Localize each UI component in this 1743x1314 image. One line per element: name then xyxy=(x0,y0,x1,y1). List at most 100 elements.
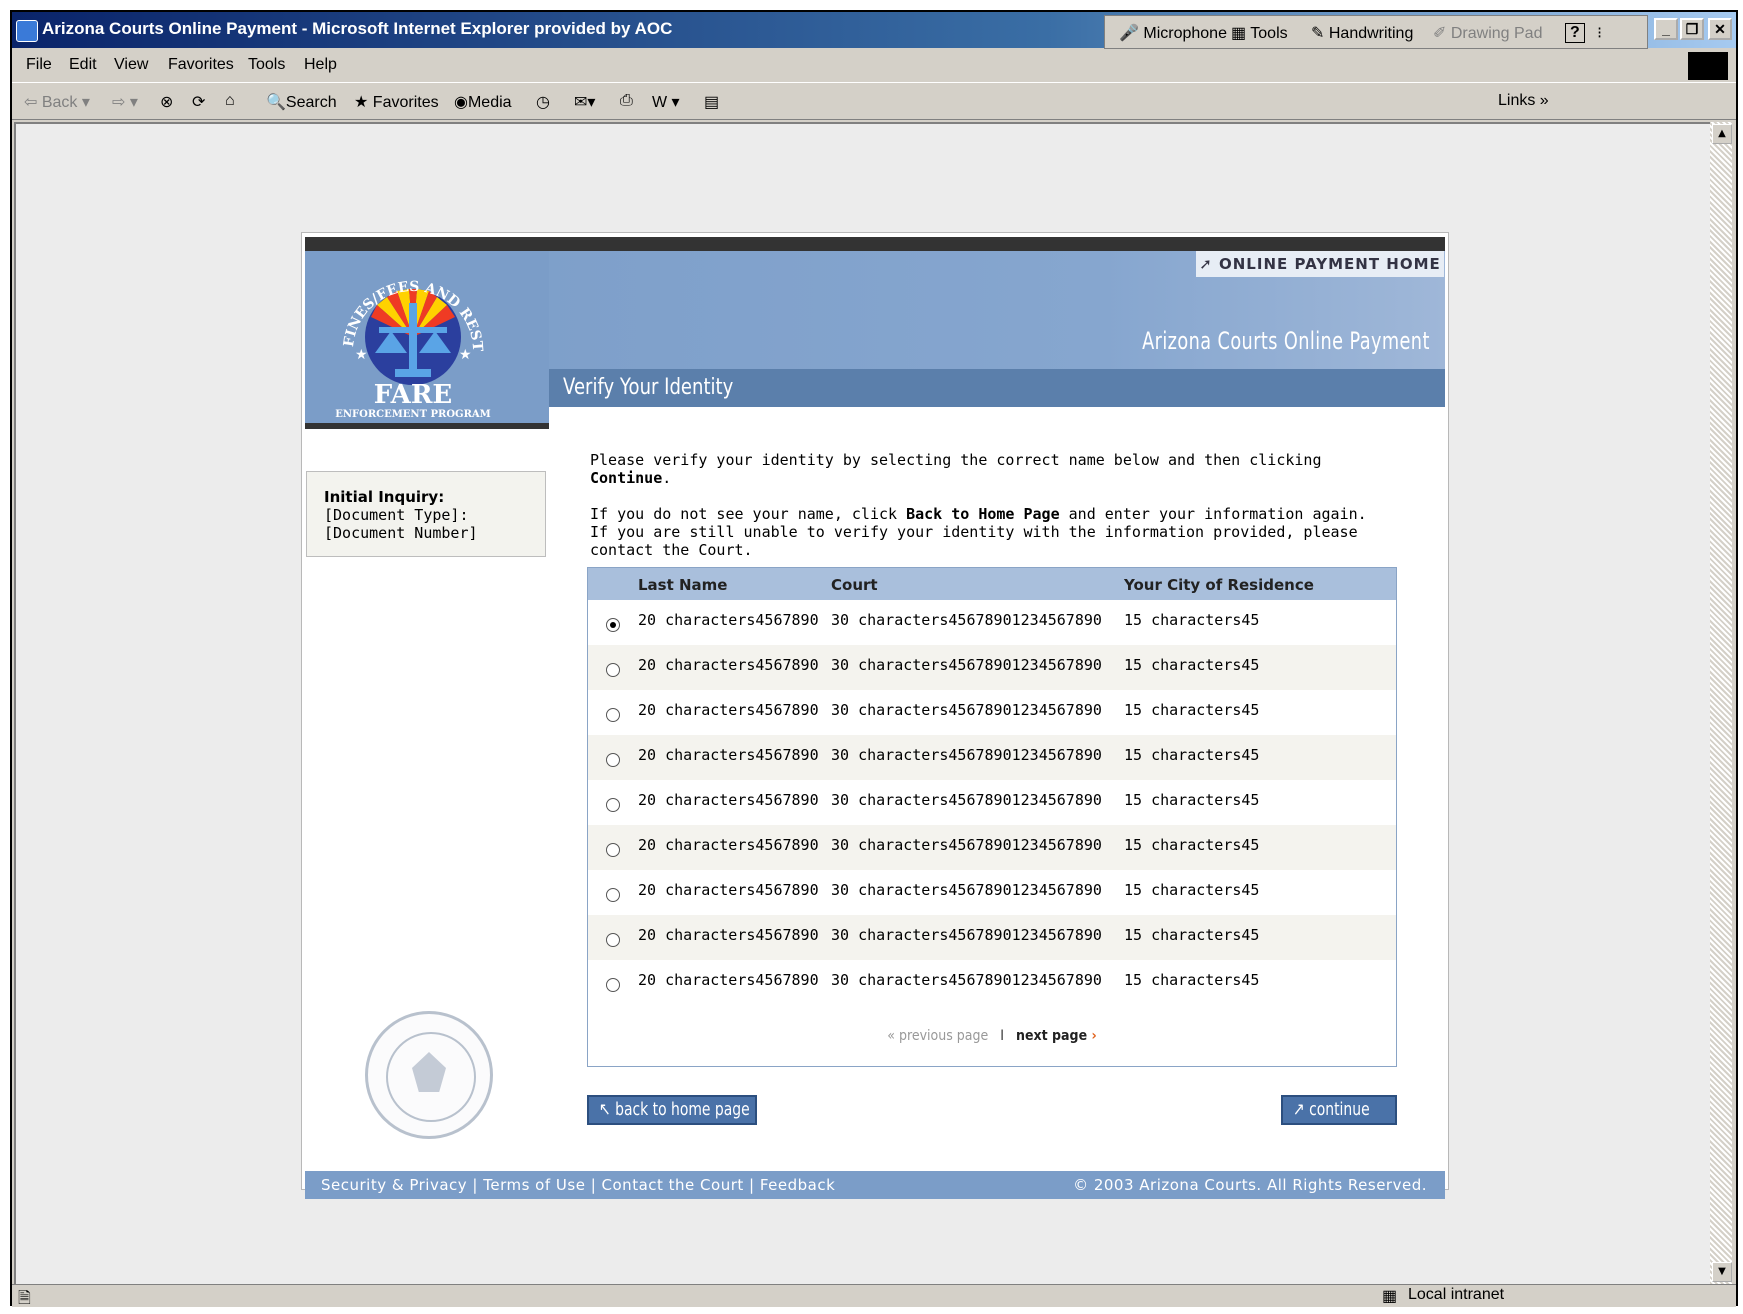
menu-file[interactable]: File xyxy=(26,56,52,74)
footer-link-terms[interactable]: Terms of Use xyxy=(483,1176,585,1194)
row-radio-button[interactable] xyxy=(606,618,620,632)
scroll-up-icon[interactable]: ▲ xyxy=(1712,124,1732,144)
discuss-icon[interactable]: ▤ xyxy=(704,92,719,112)
tools-button[interactable]: ▦ Tools xyxy=(1231,23,1288,43)
cell-court: 30 characters45678901234567890 xyxy=(831,881,1102,899)
links-button[interactable]: Links » xyxy=(1498,92,1549,110)
identity-table: Last Name Court Your City of Residence 2… xyxy=(587,567,1397,1067)
row-radio-button[interactable] xyxy=(606,843,620,857)
search-label: Search xyxy=(285,94,337,111)
previous-page-label: previous page xyxy=(898,1028,989,1044)
minimize-button[interactable]: _ xyxy=(1654,18,1678,40)
cell-city: 15 characters45 xyxy=(1124,791,1260,809)
cell-last-name: 20 characters4567890 xyxy=(638,701,819,719)
table-row[interactable]: 20 characters4567890 30 characters4567890… xyxy=(588,915,1396,960)
instructions: Please verify your identity by selecting… xyxy=(590,451,1380,577)
instruction-2-bold: Back to Home Page xyxy=(906,505,1060,523)
handwriting-button[interactable]: ✎ Handwriting xyxy=(1311,23,1413,43)
table-row[interactable]: 20 characters4567890 30 characters4567890… xyxy=(588,825,1396,870)
home-link-label: ONLINE PAYMENT HOME xyxy=(1219,255,1441,273)
instruction-2: If you do not see your name, click Back … xyxy=(590,505,1380,559)
cell-last-name: 20 characters4567890 xyxy=(638,881,819,899)
row-radio-button[interactable] xyxy=(606,753,620,767)
langbar-options-icon[interactable]: ⁝ xyxy=(1597,23,1602,43)
footer-link-contact[interactable]: Contact the Court xyxy=(602,1176,744,1194)
cell-court: 30 characters45678901234567890 xyxy=(831,611,1102,629)
refresh-icon[interactable]: ⟳ xyxy=(192,92,205,112)
edit-icon[interactable]: W ▾ xyxy=(652,92,680,112)
cell-city: 15 characters45 xyxy=(1124,971,1260,989)
row-radio-button[interactable] xyxy=(606,798,620,812)
menu-view[interactable]: View xyxy=(114,56,148,74)
table-row[interactable]: 20 characters4567890 30 characters4567890… xyxy=(588,600,1396,645)
online-payment-home-link[interactable]: ➚ ONLINE PAYMENT HOME xyxy=(1196,251,1444,277)
home-icon[interactable]: ⌂ xyxy=(225,92,235,110)
back-label: Back xyxy=(41,94,78,111)
section-header: Verify Your Identity xyxy=(549,369,1445,407)
table-row[interactable]: 20 characters4567890 30 characters4567890… xyxy=(588,960,1396,1005)
copyright: © 2003 Arizona Courts. All Rights Reserv… xyxy=(1073,1176,1427,1194)
favorites-label: Favorites xyxy=(372,94,439,111)
svg-text:★: ★ xyxy=(459,347,472,363)
menu-edit[interactable]: Edit xyxy=(69,56,97,74)
table-row[interactable]: 20 characters4567890 30 characters4567890… xyxy=(588,870,1396,915)
back-to-home-button[interactable]: ↖ back to home page xyxy=(587,1095,757,1125)
footer-link-feedback[interactable]: Feedback xyxy=(760,1176,835,1194)
help-button[interactable]: ? xyxy=(1565,23,1585,43)
cell-city: 15 characters45 xyxy=(1124,926,1260,944)
favorites-button[interactable]: ★ Favorites xyxy=(354,92,439,112)
row-radio-button[interactable] xyxy=(606,978,620,992)
ie-icon xyxy=(16,20,38,42)
media-label: Media xyxy=(467,94,512,111)
next-page-link[interactable]: next page › xyxy=(1016,1028,1097,1044)
vertical-scrollbar[interactable]: ▲ ▼ xyxy=(1710,122,1732,1284)
cell-last-name: 20 characters4567890 xyxy=(638,836,819,854)
back-button[interactable]: ⇦ Back ▾ xyxy=(24,92,90,112)
cell-last-name: 20 characters4567890 xyxy=(638,971,819,989)
row-radio-button[interactable] xyxy=(606,933,620,947)
supreme-court-seal-icon xyxy=(365,1011,493,1139)
previous-page-link[interactable]: « previous page xyxy=(887,1028,988,1044)
row-radio-button[interactable] xyxy=(606,663,620,677)
cell-court: 30 characters45678901234567890 xyxy=(831,701,1102,719)
menu-help[interactable]: Help xyxy=(304,56,337,74)
table-row[interactable]: 20 characters4567890 30 characters4567890… xyxy=(588,690,1396,735)
handwriting-label: Handwriting xyxy=(1328,25,1414,42)
initial-inquiry-panel: Initial Inquiry: [Document Type]: [Docum… xyxy=(306,471,546,557)
mail-icon[interactable]: ✉▾ xyxy=(574,92,595,112)
drawing-pad-button[interactable]: ✐ Drawing Pad xyxy=(1433,23,1542,43)
forward-button[interactable]: ⇨ ▾ xyxy=(112,92,138,112)
table-row[interactable]: 20 characters4567890 30 characters4567890… xyxy=(588,645,1396,690)
row-radio-button[interactable] xyxy=(606,888,620,902)
fare-logo-icon: FINES/FEES AND RESTITUTION ★ ★ FARE ENFO… xyxy=(299,239,491,420)
instruction-1-text: Please verify your identity by selecting… xyxy=(590,451,1322,469)
restore-button[interactable]: ❐ xyxy=(1680,18,1704,40)
window-title: Arizona Courts Online Payment - Microsof… xyxy=(42,19,673,38)
menu-tools[interactable]: Tools xyxy=(248,56,285,74)
cell-court: 30 characters45678901234567890 xyxy=(831,926,1102,944)
cell-city: 15 characters45 xyxy=(1124,701,1260,719)
footer-link-security[interactable]: Security & Privacy xyxy=(321,1176,467,1194)
continue-button[interactable]: ↗ continue xyxy=(1281,1095,1397,1125)
table-row[interactable]: 20 characters4567890 30 characters4567890… xyxy=(588,780,1396,825)
microphone-button[interactable]: 🎤 Microphone xyxy=(1119,23,1227,43)
menu-favorites[interactable]: Favorites xyxy=(168,56,234,74)
print-icon[interactable]: ⎙ xyxy=(620,92,633,110)
row-radio-button[interactable] xyxy=(606,708,620,722)
media-button[interactable]: ◉Media xyxy=(454,92,512,112)
status-bar: 🗎 ▦ Local intranet xyxy=(12,1284,1736,1307)
cell-last-name: 20 characters4567890 xyxy=(638,611,819,629)
stop-icon[interactable]: ⊗ xyxy=(160,92,173,112)
history-icon[interactable]: ◷ xyxy=(536,92,550,112)
cell-city: 15 characters45 xyxy=(1124,836,1260,854)
back-button-label: back to home page xyxy=(615,1099,750,1120)
header-last-name: Last Name xyxy=(638,576,728,594)
header-city: Your City of Residence xyxy=(1124,576,1314,594)
table-row[interactable]: 20 characters4567890 30 characters4567890… xyxy=(588,735,1396,780)
tools-label: Tools xyxy=(1250,25,1288,42)
windows-logo-icon xyxy=(1688,52,1728,80)
scroll-down-icon[interactable]: ▼ xyxy=(1712,1262,1732,1282)
cell-city: 15 characters45 xyxy=(1124,611,1260,629)
close-button[interactable]: ✕ xyxy=(1708,18,1732,40)
search-button[interactable]: 🔍Search xyxy=(266,92,337,112)
